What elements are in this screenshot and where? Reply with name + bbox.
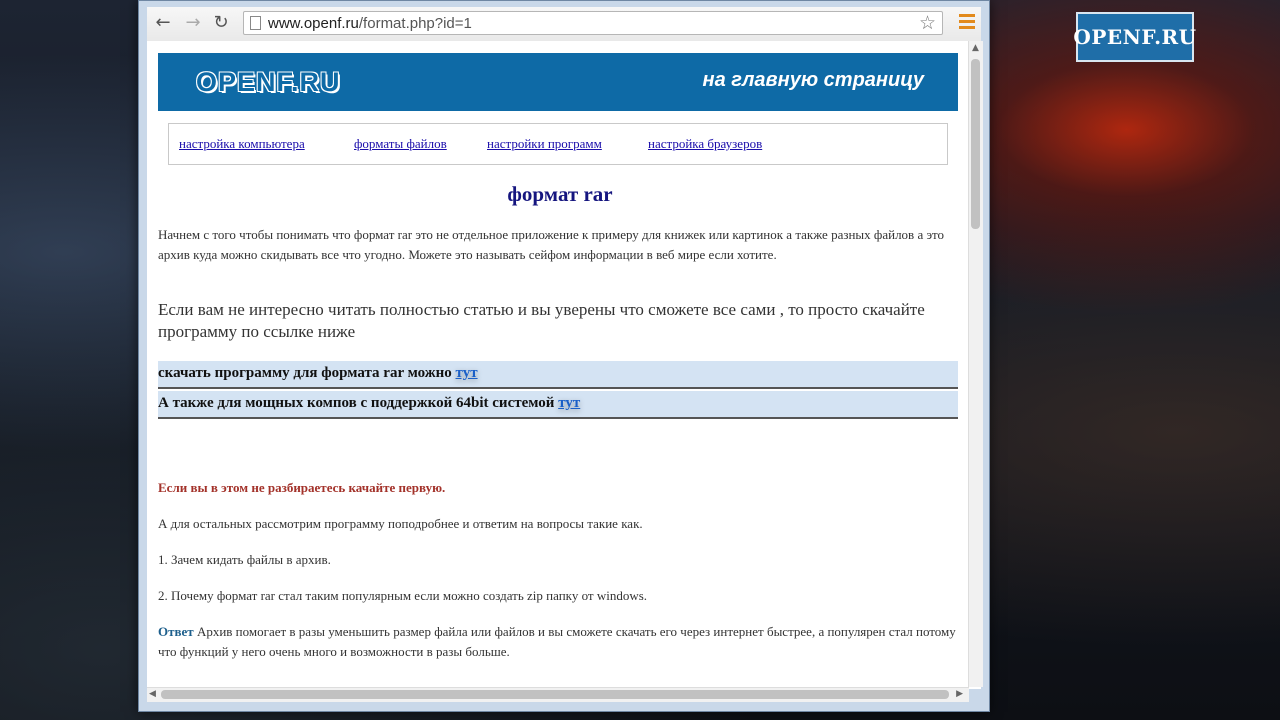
download-row-text: А также для мощных компов с поддержкой 6… bbox=[158, 395, 559, 411]
vertical-scrollbar[interactable]: ▲ bbox=[968, 41, 983, 687]
answer-label: Ответ bbox=[158, 624, 194, 639]
menu-link-browsers[interactable]: настройка браузеров bbox=[648, 136, 762, 152]
browser-toolbar: ← → ↻ www.openf.ru/format.php?id=1 ☆ bbox=[147, 7, 981, 42]
site-logo[interactable]: OPENF.RU bbox=[196, 67, 341, 98]
download-row-text: скачать программу для формата rar можно bbox=[158, 365, 456, 381]
browser-window: ← → ↻ www.openf.ru/format.php?id=1 ☆ OPE… bbox=[138, 0, 990, 712]
menu-link-programs[interactable]: настройки программ bbox=[487, 136, 602, 152]
question-1: 1. Зачем кидать файлы в архив. bbox=[158, 552, 331, 567]
home-page-link[interactable]: на главную страницу bbox=[703, 69, 924, 92]
site-nav-menu: настройка компьютера форматы файлов наст… bbox=[168, 123, 948, 165]
red-note: Если вы в этом не разбираетесь качайте п… bbox=[158, 480, 446, 495]
scroll-left-arrow-icon[interactable]: ◀ bbox=[149, 689, 156, 699]
download-row-64bit: А также для мощных компов с поддержкой 6… bbox=[158, 391, 958, 419]
overlay-logo-badge: OPENF.RU bbox=[1073, 12, 1196, 62]
scroll-up-arrow-icon[interactable]: ▲ bbox=[972, 43, 979, 53]
url-text: www.openf.ru/format.php?id=1 bbox=[268, 15, 472, 32]
page-title: формат rar bbox=[507, 182, 613, 206]
download-link[interactable]: тут bbox=[456, 365, 478, 381]
forward-arrow-icon[interactable]: → bbox=[183, 13, 203, 33]
reload-icon[interactable]: ↻ bbox=[211, 13, 231, 33]
question-2: 2. Почему формат rar стал таким популярн… bbox=[158, 588, 648, 603]
address-bar[interactable]: www.openf.ru/format.php?id=1 ☆ bbox=[243, 11, 943, 35]
horizontal-scrollbar[interactable]: ◀ ▶ bbox=[147, 687, 969, 702]
menu-link-formats[interactable]: форматы файлов bbox=[354, 136, 447, 152]
browser-menu-icon[interactable] bbox=[959, 14, 975, 32]
back-arrow-icon[interactable]: ← bbox=[153, 13, 173, 33]
bookmark-star-icon[interactable]: ☆ bbox=[919, 12, 936, 34]
answer-text: Архив помогает в разы уменьшить размер ф… bbox=[158, 624, 956, 659]
text-paragraph: А для остальных рассмотрим программу поп… bbox=[158, 516, 643, 531]
scroll-right-arrow-icon[interactable]: ▶ bbox=[956, 689, 963, 699]
horizontal-scroll-thumb[interactable] bbox=[161, 690, 949, 699]
download-link-64bit[interactable]: тут bbox=[558, 395, 580, 411]
site-header: OPENF.RU на главную страницу bbox=[158, 53, 958, 111]
vertical-scroll-thumb[interactable] bbox=[971, 59, 980, 229]
download-row: скачать программу для формата rar можно … bbox=[158, 361, 958, 389]
page-icon bbox=[250, 16, 261, 30]
page-viewport: OPENF.RU на главную страницу настройка к… bbox=[147, 41, 981, 689]
menu-link-computer[interactable]: настройка компьютера bbox=[179, 136, 305, 152]
answer-paragraph: Ответ Архив помогает в разы уменьшить ра… bbox=[158, 622, 958, 662]
intro-paragraph: Начнем с того чтобы понимать что формат … bbox=[158, 227, 945, 262]
lead-paragraph: Если вам не интересно читать полностью с… bbox=[158, 300, 925, 341]
